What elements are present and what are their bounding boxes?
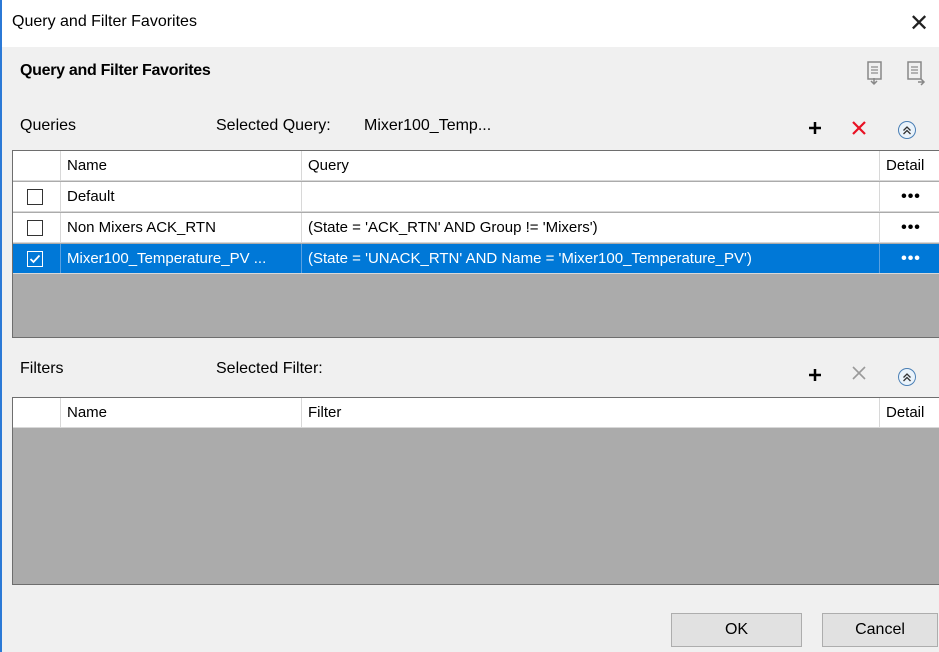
table-row[interactable]: Default ••• bbox=[13, 182, 939, 212]
ok-button[interactable]: OK bbox=[671, 613, 802, 647]
column-header-name[interactable]: Name bbox=[61, 151, 302, 180]
filters-grid-header: Name Filter Detail bbox=[13, 398, 939, 428]
close-icon: ✕ bbox=[908, 9, 930, 37]
row-detail-button[interactable]: ••• bbox=[880, 182, 939, 211]
row-name: Default bbox=[61, 182, 302, 211]
row-detail-button[interactable]: ••• bbox=[880, 244, 939, 273]
queries-label: Queries bbox=[20, 117, 77, 134]
page-title: Query and Filter Favorites bbox=[20, 62, 211, 79]
delete-query-button[interactable] bbox=[846, 115, 872, 141]
double-chevron-up-icon bbox=[898, 368, 916, 386]
dialog-window: Query and Filter Favorites ✕ Query and F… bbox=[0, 0, 939, 652]
add-query-button[interactable] bbox=[802, 115, 828, 141]
column-header-name[interactable]: Name bbox=[61, 398, 302, 427]
collapse-filters-button[interactable] bbox=[894, 364, 920, 390]
import-icon[interactable] bbox=[864, 60, 886, 86]
column-header-detail[interactable]: Detail bbox=[880, 398, 939, 427]
table-row-selected[interactable]: Mixer100_Temperature_PV ... (State = 'UN… bbox=[13, 244, 939, 274]
row-name: Mixer100_Temperature_PV ... bbox=[61, 244, 302, 273]
plus-icon bbox=[809, 122, 821, 134]
row-checkbox-checked[interactable] bbox=[27, 250, 43, 267]
selected-query-label: Selected Query: bbox=[216, 117, 331, 134]
filters-grid: Name Filter Detail bbox=[12, 397, 939, 585]
column-header-query[interactable]: Query bbox=[302, 151, 880, 180]
selected-filter-label: Selected Filter: bbox=[216, 360, 323, 377]
delete-x-icon bbox=[852, 121, 866, 135]
plus-icon bbox=[809, 369, 821, 381]
selected-query-value: Mixer100_Temp... bbox=[364, 117, 492, 134]
export-icon[interactable] bbox=[904, 60, 926, 86]
queries-grid-header: Name Query Detail bbox=[13, 151, 939, 181]
collapse-queries-button[interactable] bbox=[894, 117, 920, 143]
filters-label: Filters bbox=[20, 360, 64, 377]
double-chevron-up-icon bbox=[898, 121, 916, 139]
title-bar: Query and Filter Favorites ✕ bbox=[2, 0, 939, 47]
window-title: Query and Filter Favorites bbox=[12, 13, 197, 30]
row-name: Non Mixers ACK_RTN bbox=[61, 213, 302, 242]
row-query: (State = 'ACK_RTN' AND Group != 'Mixers'… bbox=[302, 213, 880, 242]
row-query bbox=[302, 182, 880, 211]
close-button[interactable]: ✕ bbox=[899, 4, 939, 42]
checkmark-icon bbox=[29, 254, 41, 263]
queries-grid: Name Query Detail Default ••• Non Mixers… bbox=[12, 150, 939, 338]
delete-filter-button[interactable] bbox=[846, 360, 872, 386]
row-checkbox[interactable] bbox=[27, 219, 43, 236]
cancel-button[interactable]: Cancel bbox=[822, 613, 938, 647]
add-filter-button[interactable] bbox=[802, 362, 828, 388]
delete-x-icon bbox=[852, 366, 866, 380]
table-row[interactable]: Non Mixers ACK_RTN (State = 'ACK_RTN' AN… bbox=[13, 213, 939, 243]
row-query: (State = 'UNACK_RTN' AND Name = 'Mixer10… bbox=[302, 244, 880, 273]
column-header-detail[interactable]: Detail bbox=[880, 151, 939, 180]
row-detail-button[interactable]: ••• bbox=[880, 213, 939, 242]
row-checkbox[interactable] bbox=[27, 188, 43, 205]
column-header-filter[interactable]: Filter bbox=[302, 398, 880, 427]
